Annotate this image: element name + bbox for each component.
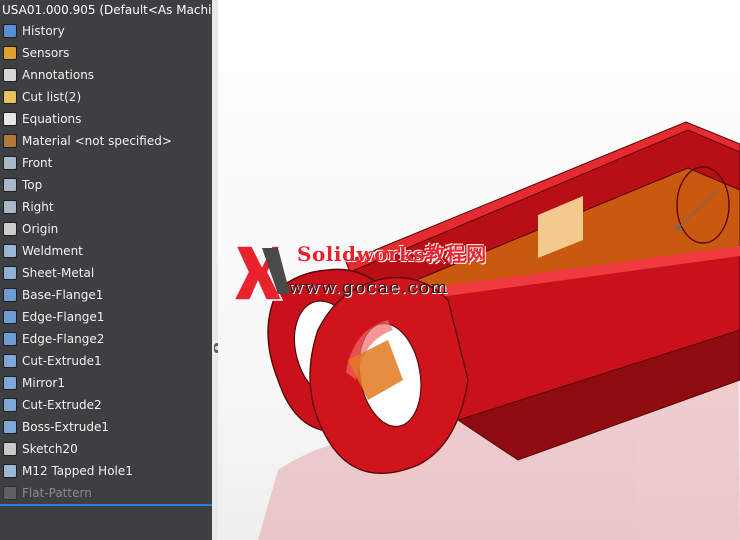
tree-item-sheet-metal[interactable]: Sheet-Metal (0, 262, 212, 284)
rollback-bar[interactable] (0, 504, 212, 506)
equations-icon (3, 112, 17, 126)
tree-item-label: Annotations (22, 68, 95, 82)
tree-item-label: Weldment (22, 244, 83, 258)
edge-flange-icon (3, 310, 17, 324)
tree-item-label: Top (22, 178, 43, 192)
weldment-icon (3, 244, 17, 258)
sketch-icon (3, 442, 17, 456)
tree-item-cut-extrude2[interactable]: Cut-Extrude2 (0, 394, 212, 416)
tree-item-base-flange1[interactable]: Base-Flange1 (0, 284, 212, 306)
tree-item-flat-pattern[interactable]: Flat-Pattern (0, 482, 212, 504)
sensor-icon (3, 46, 17, 60)
tree-item-label: Sensors (22, 46, 70, 60)
watermark-url: www.gocae.com (288, 277, 449, 298)
feature-list: History Sensors Annotations Cut list(2) Equa… (0, 20, 212, 504)
tree-item-edge-flange2[interactable]: Edge-Flange2 (0, 328, 212, 350)
tree-item-annotations[interactable]: Annotations (0, 64, 212, 86)
tree-item-mirror1[interactable]: Mirror1 (0, 372, 212, 394)
tree-item-label: Cut-Extrude2 (22, 398, 102, 412)
tree-item-label: M12 Tapped Hole1 (22, 464, 133, 478)
tree-item-weldment[interactable]: Weldment (0, 240, 212, 262)
tree-item-label: Mirror1 (22, 376, 65, 390)
tree-item-sketch20[interactable]: Sketch20 (0, 438, 212, 460)
tree-item-material-not-specified[interactable]: Material <not specified> (0, 130, 212, 152)
watermark-logo-icon (232, 245, 290, 301)
tree-item-label: Flat-Pattern (22, 486, 92, 500)
tree-item-label: Right (22, 200, 54, 214)
tree-item-label: Edge-Flange2 (22, 332, 105, 346)
watermark-title: Solidworks教程网 (297, 242, 487, 266)
tree-item-label: Origin (22, 222, 59, 236)
tree-item-label: Base-Flange1 (22, 288, 104, 302)
tree-item-label: Material <not specified> (22, 134, 172, 148)
tree-item-top[interactable]: Top (0, 174, 212, 196)
tree-item-label: Sketch20 (22, 442, 78, 456)
tree-item-cut-extrude1[interactable]: Cut-Extrude1 (0, 350, 212, 372)
cut-extrude-icon (3, 398, 17, 412)
tree-item-boss-extrude1[interactable]: Boss-Extrude1 (0, 416, 212, 438)
tree-item-label: Boss-Extrude1 (22, 420, 109, 434)
tree-item-label: Front (22, 156, 53, 170)
cut-extrude-icon (3, 354, 17, 368)
feature-manager-tree: USA01.000.905 (Default<As Machined> Hist… (0, 0, 212, 540)
hole-wizard-icon (3, 464, 17, 478)
mirror-icon (3, 376, 17, 390)
tree-item-right[interactable]: Right (0, 196, 212, 218)
material-icon (3, 134, 17, 148)
tree-item-label: Sheet-Metal (22, 266, 95, 280)
tree-item-label: Equations (22, 112, 82, 126)
history-icon (3, 24, 17, 38)
tree-item-origin[interactable]: Origin (0, 218, 212, 240)
plane-icon (3, 178, 17, 192)
tree-item-label: Cut-Extrude1 (22, 354, 102, 368)
tree-item-m12-tapped-hole1[interactable]: M12 Tapped Hole1 (0, 460, 212, 482)
tree-item-label: Cut list(2) (22, 90, 82, 104)
plane-icon (3, 156, 17, 170)
origin-icon (3, 222, 17, 236)
cut-list-icon (3, 90, 17, 104)
sheet-metal-icon (3, 266, 17, 280)
edge-flange-icon (3, 332, 17, 346)
tree-item-history[interactable]: History (0, 20, 212, 42)
boss-extrude-icon (3, 420, 17, 434)
flat-pattern-icon (3, 486, 17, 500)
tree-item-front[interactable]: Front (0, 152, 212, 174)
tree-item-cut-list-2[interactable]: Cut list(2) (0, 86, 212, 108)
tree-item-label: Edge-Flange1 (22, 310, 105, 324)
base-flange-icon (3, 288, 17, 302)
tree-item-equations[interactable]: Equations (0, 108, 212, 130)
annotation-icon (3, 68, 17, 82)
tree-item-edge-flange1[interactable]: Edge-Flange1 (0, 306, 212, 328)
graphics-area[interactable]: Solidworks教程网 www.gocae.com (218, 0, 740, 540)
part-name-header[interactable]: USA01.000.905 (Default<As Machined> (0, 0, 212, 20)
tree-item-sensors[interactable]: Sensors (0, 42, 212, 64)
model-viewport-svg (232, 121, 740, 540)
tree-item-label: History (22, 24, 65, 38)
plane-icon (3, 200, 17, 214)
